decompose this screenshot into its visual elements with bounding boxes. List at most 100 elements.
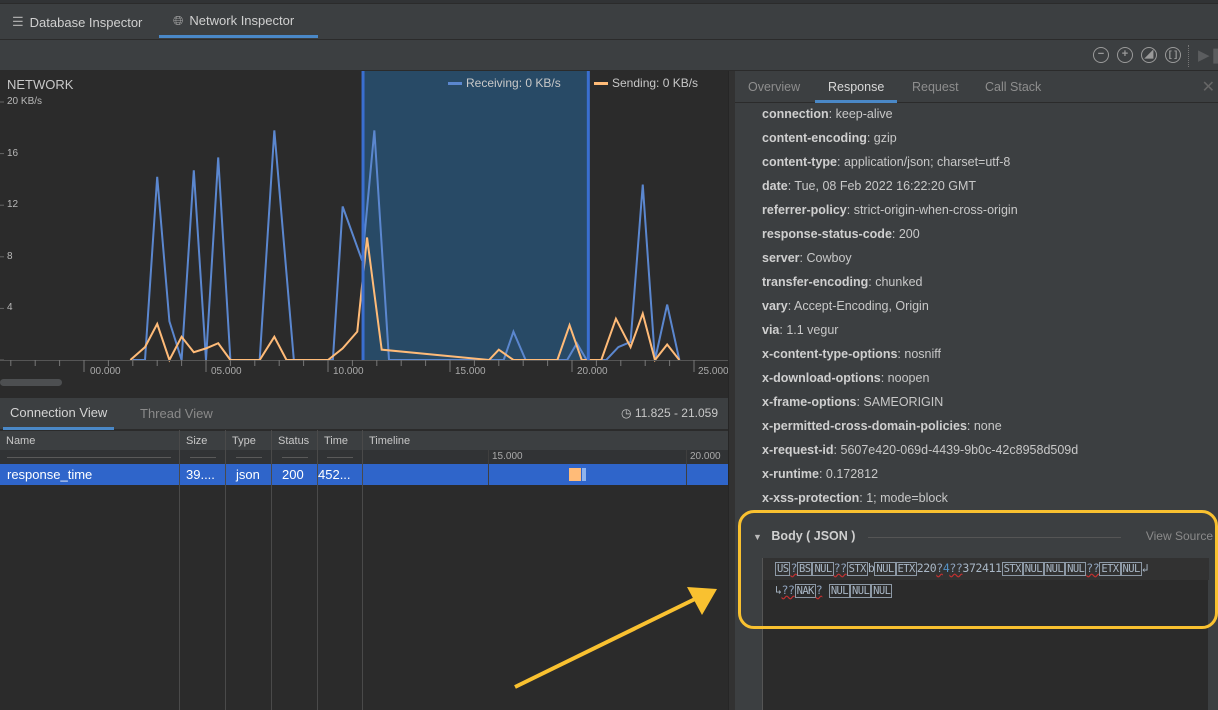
connection-view-tabs: Connection View Thread View ◷ 11.825 - 2…: [0, 397, 728, 430]
invalid-char: ??: [833, 561, 847, 575]
zoom-to-selection-button[interactable]: [ ]: [1165, 47, 1181, 63]
timeline-grid-line: [488, 450, 489, 485]
column-header-type[interactable]: Type: [226, 431, 256, 451]
column-divider[interactable]: [225, 430, 226, 710]
column-header-status[interactable]: Status: [272, 431, 309, 451]
clock-icon: ◷: [620, 406, 632, 420]
invalid-char: ??: [1086, 561, 1100, 575]
reset-zoom-button[interactable]: ◢: [1141, 47, 1157, 63]
filter-time[interactable]: [327, 457, 353, 458]
toolbar: − + ◢ [ ] ▶❚: [0, 40, 1218, 71]
column-divider[interactable]: [362, 430, 363, 710]
header-value: : 5607e420-069d-4439-9b0c-42c8958d509d: [833, 443, 1079, 457]
column-header-timeline[interactable]: Timeline: [363, 431, 410, 451]
header-key: x-content-type-options: [762, 347, 898, 361]
control-char: NUL: [1120, 562, 1142, 576]
legend-swatch: [594, 81, 608, 85]
header-value: : application/json; charset=utf-8: [837, 155, 1011, 169]
tab-overview[interactable]: Overview: [735, 71, 813, 103]
control-char: BS: [796, 562, 813, 576]
filter-size[interactable]: [190, 457, 216, 458]
arrow-shaft: [514, 597, 696, 689]
tab-network-inspector[interactable]: 🌐︎ Network Inspector: [159, 6, 318, 38]
header-value: : strict-origin-when-cross-origin: [846, 203, 1018, 217]
y-tick-label: 16: [7, 148, 19, 159]
network-plot[interactable]: [0, 71, 728, 391]
horizontal-scrollbar[interactable]: [0, 379, 62, 386]
network-chart[interactable]: NETWORK 20 KB/s 16 12 8 4 Receiving: 0 K…: [0, 71, 729, 391]
toolbar-separator: [1188, 45, 1189, 67]
header-key: vary: [762, 299, 788, 313]
response-headers: connection: keep-alive content-encoding: …: [762, 107, 1078, 515]
x-tick-label: 10.000: [333, 366, 364, 377]
triangle-down-icon: ▼: [753, 532, 762, 542]
tab-connection-view[interactable]: Connection View: [3, 398, 115, 430]
control-char: NAK: [794, 584, 816, 598]
column-divider[interactable]: [179, 430, 180, 710]
tab-database-inspector[interactable]: ☰ Database Inspector: [0, 6, 154, 38]
header-key: x-request-id: [762, 443, 834, 457]
header-x-frame-options: x-frame-options: SAMEORIGIN: [762, 395, 1078, 419]
selection-start-handle: [361, 71, 365, 360]
x-tick-label: 05.000: [211, 366, 242, 377]
brackets-icon: [ ]: [1168, 49, 1178, 59]
tab-thread-view[interactable]: Thread View: [133, 398, 220, 430]
legend-receiving: Receiving: 0 KB/s: [448, 76, 561, 90]
header-vary: vary: Accept-Encoding, Origin: [762, 299, 1078, 323]
title-strip: [0, 0, 1218, 4]
cell-name: response_time: [7, 467, 93, 482]
column-header-time[interactable]: Time: [318, 431, 348, 451]
column-header-name[interactable]: Name: [0, 431, 35, 451]
panel-splitter[interactable]: [728, 71, 735, 710]
close-icon[interactable]: ✕: [1202, 77, 1215, 97]
control-char: NUL: [1043, 562, 1066, 576]
header-value: : 1; mode=block: [859, 491, 948, 505]
plus-icon: +: [1121, 48, 1129, 60]
header-key: x-download-options: [762, 371, 881, 385]
control-char: NUL: [828, 584, 850, 598]
legend-sending: Sending: 0 KB/s: [594, 76, 698, 90]
header-value: : SAMEORIGIN: [856, 395, 944, 409]
view-source-link[interactable]: View Source: [1146, 529, 1213, 543]
tab-request[interactable]: Request: [899, 71, 972, 103]
body-line-1: US? BS NUL?? STX b NUL ETX 220?4??372411 STX NUL N…: [775, 561, 1149, 576]
x-tick-label: 20.000: [577, 366, 608, 377]
table-row[interactable]: response_time 39.... json 200 452...: [0, 464, 728, 485]
cell-type: json: [236, 467, 260, 482]
body-line-2: ↳?? NAK? NUL NUL NUL: [775, 583, 893, 598]
column-divider[interactable]: [317, 430, 318, 710]
header-server: server: Cowboy: [762, 251, 1078, 275]
filter-name[interactable]: [7, 457, 171, 458]
header-value: : 0.172812: [818, 467, 879, 481]
zoom-out-button[interactable]: −: [1093, 47, 1109, 63]
x-tick-label: 15.000: [455, 366, 486, 377]
column-header-size[interactable]: Size: [180, 431, 207, 451]
table-header: Name Size Type Status Time Timeline: [0, 430, 728, 450]
body-editor[interactable]: US? BS NUL?? STX b NUL ETX 220?4??372411 STX NUL N…: [762, 558, 1209, 710]
header-x-permitted-cross-domain-policies: x-permitted-cross-domain-policies: none: [762, 419, 1078, 443]
body-toggle[interactable]: ▼ Body ( JSON ): [753, 529, 855, 543]
filter-row: 15.000 20.000: [0, 450, 728, 464]
go-live-button[interactable]: ▶❚: [1198, 46, 1218, 64]
header-key: referrer-policy: [762, 203, 847, 217]
body-text: ↲: [1141, 561, 1149, 575]
tab-label: Network Inspector: [189, 13, 295, 28]
body-text: 220: [916, 561, 937, 575]
timeline-bar-receiving: [582, 468, 586, 481]
zoom-in-button[interactable]: +: [1117, 47, 1133, 63]
response-body: ▼ Body ( JSON ) View Source US? BS NUL?? ST…: [735, 521, 1218, 710]
cell-time: 452...: [318, 467, 351, 482]
header-key: x-runtime: [762, 467, 819, 481]
control-char: US: [775, 562, 791, 576]
header-content-encoding: content-encoding: gzip: [762, 131, 1078, 155]
timeline-tick: 15.000: [492, 451, 523, 462]
selection-range: ◷ 11.825 - 21.059: [621, 406, 718, 420]
tab-response[interactable]: Response: [815, 71, 898, 103]
filter-type[interactable]: [236, 457, 262, 458]
column-divider[interactable]: [271, 430, 272, 710]
header-key: date: [762, 179, 788, 193]
tab-call-stack[interactable]: Call Stack: [972, 71, 1054, 103]
header-value: : gzip: [866, 131, 897, 145]
filter-status[interactable]: [282, 457, 308, 458]
header-x-runtime: x-runtime: 0.172812: [762, 467, 1078, 491]
